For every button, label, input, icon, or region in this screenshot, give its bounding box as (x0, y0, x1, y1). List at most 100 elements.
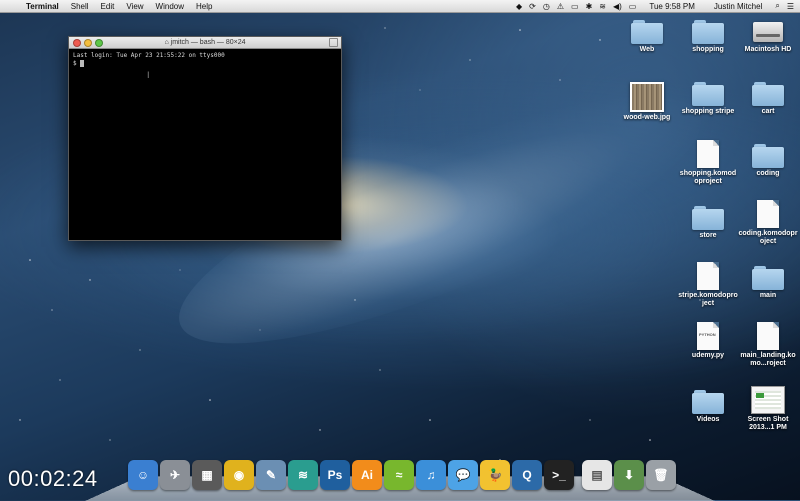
terminal-titlebar[interactable]: ⌂ jmitch — bash — 80×24 (69, 37, 341, 49)
menu-app-name[interactable]: Terminal (20, 2, 65, 11)
screenshot-thumbnail-icon (751, 386, 785, 414)
dock-separator (576, 460, 580, 490)
hard-drive-icon (753, 16, 783, 44)
launchpad-icon[interactable]: ✈ (160, 460, 190, 490)
desktop-icon-label: coding.komodoproject (738, 230, 798, 245)
image-thumbnail-icon (630, 82, 664, 112)
document-icon (757, 200, 779, 228)
desktop-icon-wood-web[interactable]: wood-web.jpg (617, 82, 677, 122)
folder-icon (692, 206, 724, 230)
cyberduck-icon[interactable]: 🦆 (480, 460, 510, 490)
dropbox-icon[interactable]: ◆ (516, 2, 522, 11)
folder-icon (752, 82, 784, 106)
desktop-icon-cart[interactable]: cart (738, 82, 798, 116)
menu-edit[interactable]: Edit (95, 2, 121, 11)
desktop-icon-udemy-py[interactable]: PYTHON udemy.py (678, 322, 738, 360)
menu-bar: Terminal Shell Edit View Window Help ◆ ⟳… (0, 0, 800, 13)
desktop-icon-store[interactable]: store (678, 206, 738, 240)
desktop-icon-main[interactable]: main (738, 266, 798, 300)
alert-icon[interactable]: ⚠ (557, 2, 564, 11)
preview-icon[interactable]: ✎ (256, 460, 286, 490)
trash-icon[interactable]: 🗑 (646, 460, 676, 490)
python-badge: PYTHON (699, 332, 716, 337)
desktop-icon-label: Videos (696, 416, 720, 423)
bluetooth-icon[interactable]: ✱ (586, 2, 593, 11)
folder-icon (631, 20, 663, 44)
desktop-icon-label: main_landing.komo...roject (740, 352, 796, 367)
python-file-icon: PYTHON (697, 322, 719, 350)
terminal-icon[interactable]: >_ (544, 460, 574, 490)
document-icon (757, 322, 779, 350)
desktop-icon-label: shopping.komodoproject (679, 170, 737, 185)
desktop-icon-shopping-stripe[interactable]: shopping stripe (678, 82, 738, 116)
document-icon (697, 140, 719, 168)
battery-icon[interactable]: ▭ (629, 2, 637, 11)
desktop-icon-coding-komodoproject[interactable]: coding.komodoproject (738, 200, 798, 246)
documents-stack-icon[interactable]: ▤ (582, 460, 612, 490)
screen-icon[interactable]: ▭ (571, 2, 579, 11)
text-cursor (80, 60, 85, 67)
desktop-icon-coding[interactable]: coding (738, 144, 798, 178)
photoshop-icon[interactable]: Ps (320, 460, 350, 490)
spotlight-search-icon[interactable]: ⌕ (775, 1, 779, 11)
itunes-icon[interactable]: ♫ (416, 460, 446, 490)
recording-timer: 00:02:24 (8, 466, 98, 491)
ibeam-cursor-icon: I (147, 70, 150, 80)
messages-icon[interactable]: 💬 (448, 460, 478, 490)
desktop-icon-label: Screen Shot 2013...1 PM (747, 416, 789, 431)
document-icon (697, 262, 719, 290)
desktop-icon-label: Web (639, 46, 655, 53)
terminal-window[interactable]: ⌂ jmitch — bash — 80×24 Last login: Tue … (68, 36, 342, 241)
wifi-icon[interactable]: ≋ (599, 2, 606, 11)
desktop-icon-web[interactable]: Web (617, 20, 677, 54)
fullscreen-icon[interactable] (329, 38, 338, 47)
desktop-icon-label: wood-web.jpg (623, 114, 671, 121)
desktop-icon-macintosh-hd[interactable]: Macintosh HD (738, 16, 798, 54)
dreamweaver-icon[interactable]: ≋ (288, 460, 318, 490)
terminal-prompt: $ (73, 60, 81, 67)
dashboard-icon[interactable]: ▦ (192, 460, 222, 490)
dock: ☺ ✈ ▦ ◉ ✎ ≋ Ps Ai ≈ ♫ 💬 🦆 Q >_ ▤ ⬇ 🗑 (128, 460, 676, 490)
desktop-icon-label: shopping (692, 46, 724, 53)
close-button[interactable] (73, 39, 81, 47)
terminal-content[interactable]: Last login: Tue Apr 23 21:55:22 on ttys0… (69, 49, 341, 71)
terminal-line: Last login: Tue Apr 23 21:55:22 on ttys0… (73, 52, 225, 59)
desktop-icon-label: Macintosh HD (744, 46, 792, 53)
menu-help[interactable]: Help (190, 2, 218, 11)
downloads-stack-icon[interactable]: ⬇ (614, 460, 644, 490)
desktop-icon-main-landing[interactable]: main_landing.komo...roject (738, 322, 798, 368)
desktop-icon-screen-shot[interactable]: Screen Shot 2013...1 PM (738, 386, 798, 432)
finder-icon[interactable]: ☺ (128, 460, 158, 490)
desktop-icon-label: stripe.komodoproject (678, 292, 738, 307)
folder-icon (752, 266, 784, 290)
quicktime-icon[interactable]: Q (512, 460, 542, 490)
folder-icon (692, 20, 724, 44)
time-machine-icon[interactable]: ◷ (543, 2, 550, 11)
notification-center-icon[interactable]: ☰ (787, 2, 794, 11)
illustrator-icon[interactable]: Ai (352, 460, 382, 490)
spotify-icon[interactable]: ≈ (384, 460, 414, 490)
desktop-icon-shopping-komodoproject[interactable]: shopping.komodoproject (678, 140, 738, 186)
terminal-title: jmitch — bash — 80×24 (170, 39, 246, 46)
volume-icon[interactable]: ◀) (613, 2, 622, 11)
desktop-icon-label: cart (761, 108, 775, 115)
folder-icon (692, 82, 724, 106)
desktop-icon-videos[interactable]: Videos (678, 390, 738, 424)
desktop-icon-label: store (699, 232, 717, 239)
minimize-button[interactable] (84, 39, 92, 47)
folder-icon (752, 144, 784, 168)
sync-icon[interactable]: ⟳ (529, 2, 536, 11)
chrome-icon[interactable]: ◉ (224, 460, 254, 490)
home-folder-icon: ⌂ (164, 39, 169, 46)
menu-view[interactable]: View (120, 2, 149, 11)
desktop-icon-label: main (759, 292, 777, 299)
menu-shell[interactable]: Shell (65, 2, 95, 11)
menu-window[interactable]: Window (150, 2, 190, 11)
desktop-icon-shopping[interactable]: shopping (678, 20, 738, 54)
desktop-icon-stripe-komodoproject[interactable]: stripe.komodoproject (678, 262, 738, 308)
desktop-icon-label: coding (756, 170, 780, 177)
folder-icon (692, 390, 724, 414)
zoom-button[interactable] (95, 39, 103, 47)
menu-clock[interactable]: Tue 9:58 PM (643, 2, 701, 11)
menu-user[interactable]: Justin Mitchel (708, 2, 768, 11)
